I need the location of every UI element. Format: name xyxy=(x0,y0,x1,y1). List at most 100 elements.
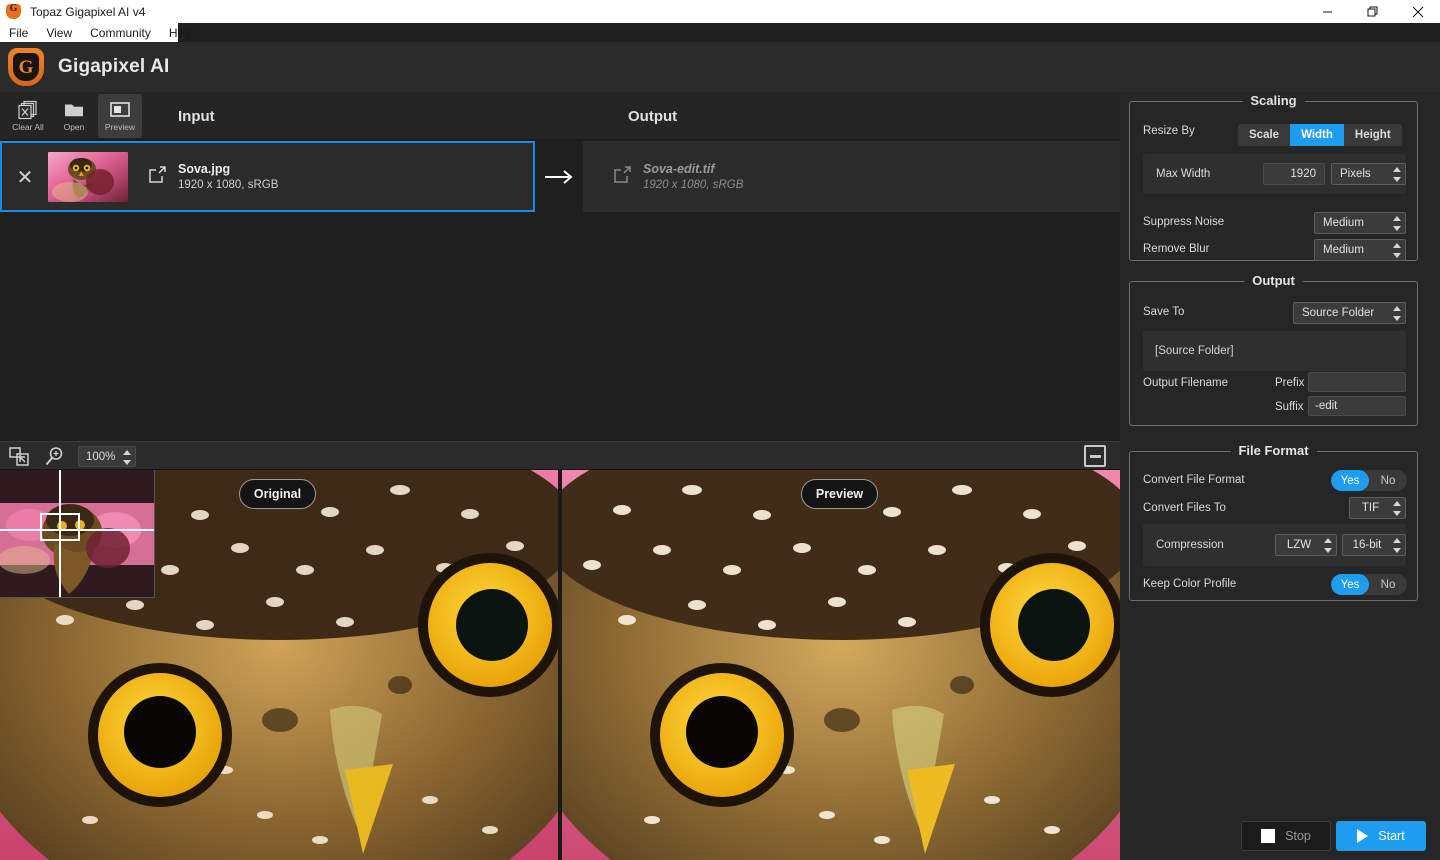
bit-depth-combo[interactable]: 16-bit xyxy=(1342,534,1406,556)
input-file-row[interactable]: ✕ Sova.jpg 1920 x 1080, sRGB xyxy=(0,141,535,212)
file-format-group: File Format Convert File Format Yes No C… xyxy=(1129,443,1418,601)
close-icon[interactable]: ✕ xyxy=(2,165,48,189)
scaling-title: Scaling xyxy=(1242,93,1305,108)
window-controls xyxy=(1305,0,1440,23)
output-file-row[interactable]: Sova-edit.tif 1920 x 1080, sRGB xyxy=(583,141,1120,212)
resize-by-scale-option[interactable]: Scale xyxy=(1238,124,1291,146)
zoom-stepper[interactable] xyxy=(122,450,131,465)
save-to-combo[interactable]: Source Folder xyxy=(1293,302,1406,324)
suffix-input[interactable]: -edit xyxy=(1308,396,1406,416)
save-to-value: Source Folder xyxy=(1302,307,1375,319)
menu-item-help[interactable]: Help xyxy=(160,23,203,42)
convert-file-format-label: Convert File Format xyxy=(1143,474,1245,486)
keep-color-profile-no[interactable]: No xyxy=(1369,574,1407,595)
keep-color-profile-label: Keep Color Profile xyxy=(1143,578,1237,590)
start-button[interactable]: Start xyxy=(1336,821,1426,851)
max-width-label: Max Width xyxy=(1156,168,1211,180)
convert-files-to-stepper[interactable] xyxy=(1392,501,1401,516)
preview-button[interactable]: Preview xyxy=(98,94,142,138)
prefix-input[interactable] xyxy=(1308,372,1406,392)
action-bar: Stop Start xyxy=(1120,818,1440,860)
max-width-subpanel: Max Width 1920 Pixels xyxy=(1143,154,1406,194)
output-file-details: 1920 x 1080, sRGB xyxy=(643,179,744,191)
menubar: File View Community Help xyxy=(0,23,1440,42)
keep-color-profile-row: Keep Color Profile xyxy=(1143,578,1236,590)
units-value: Pixels xyxy=(1340,168,1371,180)
stop-label: Stop xyxy=(1285,829,1311,843)
keep-color-profile-yes[interactable]: Yes xyxy=(1331,574,1369,595)
resize-by-height-option[interactable]: Height xyxy=(1343,124,1402,146)
toolbar-buttons: Clear All Open Preview xyxy=(6,94,142,138)
zoom-in-icon[interactable] xyxy=(44,446,66,467)
folder-open-icon xyxy=(63,100,85,120)
file-format-title: File Format xyxy=(1230,443,1317,458)
external-link-icon[interactable] xyxy=(603,165,641,189)
menu-item-file[interactable]: File xyxy=(0,23,37,42)
compression-value: LZW xyxy=(1286,539,1312,551)
compression-combo[interactable]: LZW xyxy=(1275,534,1337,556)
output-group: Output Save To Source Folder [Source Fol… xyxy=(1129,273,1418,426)
zoom-level-input[interactable]: 100% xyxy=(78,446,136,467)
resize-by-segmented[interactable]: Scale Width Height xyxy=(1238,124,1402,146)
stop-button[interactable]: Stop xyxy=(1241,821,1331,851)
maximize-restore-button[interactable] xyxy=(1350,0,1395,23)
zoom-level-value: 100% xyxy=(86,450,116,463)
original-preview-pane[interactable]: Original xyxy=(0,470,558,860)
open-button[interactable]: Open xyxy=(52,94,96,138)
clear-all-icon xyxy=(17,100,39,120)
topaz-logo-icon xyxy=(6,3,22,20)
close-button[interactable] xyxy=(1395,0,1440,23)
split-view-icon[interactable] xyxy=(1084,445,1106,467)
compression-stepper[interactable] xyxy=(1323,538,1332,553)
suppress-noise-stepper[interactable] xyxy=(1392,216,1401,231)
suppress-noise-combo[interactable]: Medium xyxy=(1314,212,1406,234)
remove-blur-stepper[interactable] xyxy=(1392,243,1401,258)
gigapixel-logo-icon: G xyxy=(8,48,44,86)
save-to-stepper[interactable] xyxy=(1392,306,1401,321)
convert-files-to-combo[interactable]: TIF xyxy=(1349,497,1406,519)
file-list-area: ✕ Sova.jpg 1920 x 1080, sRGB Sova-edit.t… xyxy=(0,141,1120,440)
input-file-name: Sova.jpg xyxy=(178,162,231,176)
resize-by-label: Resize By xyxy=(1143,125,1195,137)
output-path-field[interactable]: [Source Folder] xyxy=(1143,331,1406,371)
convert-file-format-no[interactable]: No xyxy=(1369,470,1407,491)
fit-to-window-icon[interactable] xyxy=(8,446,30,467)
units-combo[interactable]: Pixels xyxy=(1331,163,1406,185)
convert-file-format-yes[interactable]: Yes xyxy=(1331,470,1369,491)
suffix-value: -edit xyxy=(1315,400,1338,412)
remove-blur-combo[interactable]: Medium xyxy=(1314,239,1406,261)
resize-by-width-option[interactable]: Width xyxy=(1290,124,1344,146)
preview-icon xyxy=(109,100,131,120)
convert-file-format-toggle[interactable]: Yes No xyxy=(1331,470,1407,491)
keep-color-profile-toggle[interactable]: Yes No xyxy=(1331,574,1407,595)
scaling-group: Scaling Resize By Scale Width Height Max… xyxy=(1129,93,1418,261)
navigator-viewport-rect[interactable] xyxy=(40,513,80,541)
convert-files-to-label: Convert Files To xyxy=(1143,502,1226,514)
output-filename-row: Output Filename xyxy=(1143,377,1228,389)
stop-square-icon xyxy=(1261,829,1276,843)
output-filename-label: Output Filename xyxy=(1143,377,1229,389)
input-file-details: 1920 x 1080, sRGB xyxy=(178,179,279,191)
menu-item-community[interactable]: Community xyxy=(81,23,160,42)
max-width-value: 1920 xyxy=(1290,168,1316,180)
preview-area: Original Preview xyxy=(0,470,1120,860)
menu-item-view[interactable]: View xyxy=(37,23,81,42)
clear-all-button[interactable]: Clear All xyxy=(6,94,50,138)
remove-blur-row: Remove Blur xyxy=(1143,243,1209,255)
navigator-thumbnail[interactable] xyxy=(0,470,155,598)
preview-toolbar: 100% xyxy=(0,441,1120,470)
window-titlebar: Topaz Gigapixel AI v4 xyxy=(0,0,1440,23)
bit-depth-stepper[interactable] xyxy=(1392,538,1401,553)
external-link-icon[interactable] xyxy=(138,165,176,189)
units-stepper[interactable] xyxy=(1392,167,1401,182)
remove-blur-label: Remove Blur xyxy=(1143,243,1210,255)
max-width-input[interactable]: 1920 xyxy=(1263,163,1325,185)
start-label: Start xyxy=(1378,829,1405,843)
preview-output-pane[interactable]: Preview xyxy=(562,470,1120,860)
app-title: Gigapixel AI xyxy=(58,56,170,77)
suppress-noise-row: Suppress Noise xyxy=(1143,216,1224,228)
minimize-button[interactable] xyxy=(1305,0,1350,23)
window-title: Topaz Gigapixel AI v4 xyxy=(30,4,146,19)
remove-blur-value: Medium xyxy=(1323,244,1364,256)
original-badge: Original xyxy=(239,479,316,509)
